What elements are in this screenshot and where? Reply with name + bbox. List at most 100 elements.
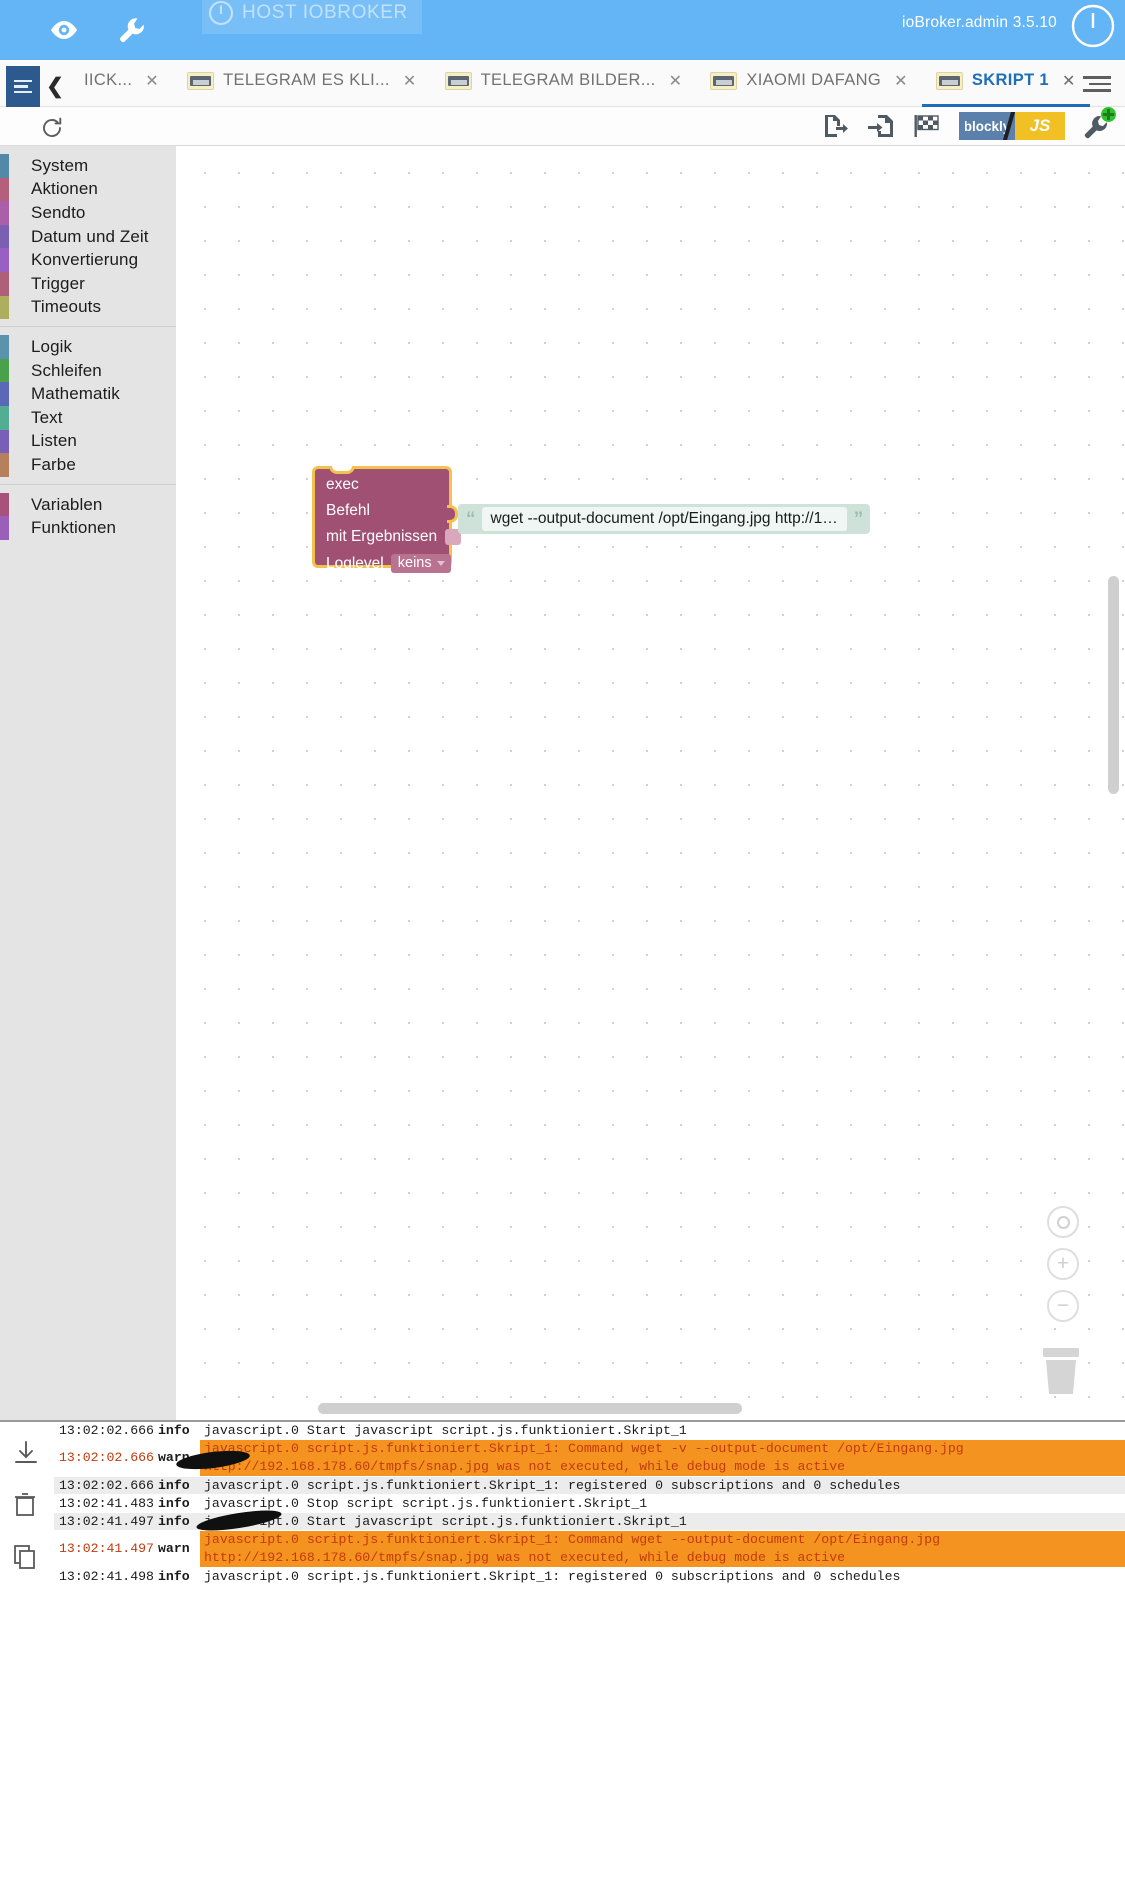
toolbox-divider bbox=[0, 326, 176, 328]
center-target-icon[interactable] bbox=[1047, 1206, 1079, 1238]
exec-results-row[interactable]: mit Ergebnissen bbox=[326, 528, 462, 546]
host-label: HOST IOBROKER bbox=[242, 2, 408, 23]
toolbox-item-system[interactable]: System bbox=[0, 154, 176, 178]
blockly-js-toggle[interactable]: blockly JS bbox=[959, 112, 1065, 140]
script-icon bbox=[187, 71, 215, 90]
toolbox-item-konvertierung[interactable]: Konvertierung bbox=[0, 248, 176, 272]
editor-tools: blockly JS bbox=[819, 107, 1116, 143]
log-timestamp: 13:02:41.497 bbox=[59, 1514, 154, 1530]
log-message: javascript.0 Start javascript script.js.… bbox=[204, 1423, 687, 1439]
log-severity: info bbox=[158, 1568, 190, 1584]
import-blocks-icon[interactable] bbox=[865, 109, 897, 143]
vertical-scrollbar[interactable] bbox=[1108, 576, 1119, 794]
debug-wrench-icon[interactable] bbox=[1081, 107, 1116, 143]
toolbox-item-farbe[interactable]: Farbe bbox=[0, 453, 176, 477]
block-value-plug bbox=[447, 505, 458, 523]
log-row: 13:02:02.666 info javascript.0 Start jav… bbox=[54, 1422, 1125, 1441]
toolbox-group-3: Variablen Funktionen bbox=[0, 492, 176, 540]
js-mode-label[interactable]: JS bbox=[1015, 112, 1065, 140]
toolbox-item-funktionen[interactable]: Funktionen bbox=[0, 516, 176, 540]
toolbox-item-timeouts[interactable]: Timeouts bbox=[0, 295, 176, 320]
text-value-field[interactable]: wget --output-document /opt/Eingang.jpg … bbox=[481, 507, 847, 531]
toolbox-item-datum-und-zeit[interactable]: Datum und Zeit bbox=[0, 224, 176, 249]
close-icon[interactable]: ✕ bbox=[669, 71, 683, 91]
toolbox-item-schleifen[interactable]: Schleifen bbox=[0, 358, 176, 383]
app-header: HOST IOBROKER ioBroker.admin 3.5.10 bbox=[0, 0, 1125, 60]
iobroker-admin-window: HOST IOBROKER ioBroker.admin 3.5.10 ❮ II… bbox=[0, 0, 1125, 1901]
log-timestamp: 13:02:41.497 bbox=[54, 1531, 158, 1567]
admin-version-label: ioBroker.admin 3.5.10 bbox=[902, 14, 1057, 31]
exec-loglevel-row[interactable]: Loglevel keins bbox=[326, 554, 451, 573]
horizontal-scrollbar[interactable] bbox=[318, 1403, 742, 1414]
editor-toolbar: blockly JS bbox=[0, 107, 1125, 146]
category-color-swatch bbox=[0, 224, 9, 249]
toolbox-item-variablen[interactable]: Variablen bbox=[0, 492, 176, 517]
category-color-swatch bbox=[0, 382, 9, 406]
category-color-swatch bbox=[0, 453, 9, 477]
chevron-down-icon bbox=[436, 560, 445, 566]
wrench-icon[interactable] bbox=[110, 8, 154, 52]
log-message-line2: http://192.168.178.60/tmpfs/snap.jpg was… bbox=[204, 1549, 846, 1565]
toolbox-item-trigger[interactable]: Trigger bbox=[0, 271, 176, 296]
tab-telegram-es-kli[interactable]: TELEGRAM ES KLI... ✕ bbox=[173, 60, 431, 107]
tab-skript-1[interactable]: SKRIPT 1 ✕ bbox=[921, 60, 1090, 107]
power-icon bbox=[208, 0, 234, 26]
copy-icon[interactable] bbox=[13, 1544, 41, 1572]
log-side-actions bbox=[0, 1422, 54, 1901]
open-quote-icon: “ bbox=[466, 508, 475, 530]
hamburger-icon[interactable] bbox=[6, 66, 40, 107]
category-color-swatch bbox=[0, 177, 9, 202]
exec-loglevel-value: keins bbox=[397, 555, 432, 571]
toolbox-item-aktionen[interactable]: Aktionen bbox=[0, 177, 176, 202]
log-severity: info bbox=[158, 1514, 190, 1530]
close-icon[interactable]: ✕ bbox=[894, 71, 908, 91]
category-color-swatch bbox=[0, 492, 9, 517]
toolbox-item-text[interactable]: Text bbox=[0, 405, 176, 430]
text-value-block[interactable]: “ wget --output-document /opt/Eingang.jp… bbox=[458, 504, 871, 534]
export-blocks-icon[interactable] bbox=[819, 109, 851, 143]
download-icon[interactable] bbox=[13, 1440, 41, 1468]
trash-icon[interactable] bbox=[1039, 1344, 1083, 1396]
hamburger-icon[interactable] bbox=[1083, 72, 1111, 96]
checkered-flag-icon[interactable] bbox=[911, 109, 943, 143]
close-icon[interactable]: ✕ bbox=[403, 71, 417, 91]
trash-icon[interactable] bbox=[13, 1492, 41, 1520]
exec-loglevel-dropdown[interactable]: keins bbox=[390, 554, 451, 573]
eye-icon[interactable] bbox=[42, 8, 86, 52]
toolbox-item-mathematik[interactable]: Mathematik bbox=[0, 382, 176, 406]
tab-telegram-bilder[interactable]: TELEGRAM BILDER... ✕ bbox=[431, 60, 697, 107]
log-message-line2: http://192.168.178.60/tmpfs/snap.jpg was… bbox=[204, 1458, 846, 1474]
category-color-swatch bbox=[0, 358, 9, 383]
tab-xiaomi-dafang[interactable]: XIAOMI DAFANG ✕ bbox=[696, 60, 922, 107]
log-message: javascript.0 script.js.funktioniert.Skri… bbox=[204, 1477, 901, 1493]
category-color-swatch bbox=[0, 405, 9, 430]
log-rows[interactable]: 13:02:02.666 info javascript.0 Start jav… bbox=[54, 1422, 1125, 1901]
log-timestamp: 13:02:02.666 bbox=[59, 1423, 154, 1439]
blockly-workspace[interactable]: exec Befehl mit Ergebnissen Loglevel kei… bbox=[176, 146, 1125, 1420]
toolbox-item-sendto[interactable]: Sendto bbox=[0, 201, 176, 225]
toolbox-group-2: Logik Schleifen Mathematik Text Listen F… bbox=[0, 335, 176, 477]
log-message: javascript.0 script.js.funktioniert.Skri… bbox=[200, 1531, 940, 1566]
zoom-in-button[interactable]: + bbox=[1047, 1248, 1079, 1280]
exec-block[interactable]: exec Befehl mit Ergebnissen Loglevel kei… bbox=[312, 466, 462, 573]
log-message: javascript.0 script.js.funktioniert.Skri… bbox=[204, 1568, 901, 1584]
log-row: 13:02:02.666 info javascript.0 script.js… bbox=[54, 1476, 1125, 1495]
toolbox-item-listen[interactable]: Listen bbox=[0, 429, 176, 454]
script-icon bbox=[444, 71, 472, 90]
close-icon[interactable]: ✕ bbox=[145, 71, 159, 91]
tab-list: IICK... ✕ TELEGRAM ES KLI... ✕ TELEGRAM … bbox=[70, 60, 1090, 107]
category-color-swatch bbox=[0, 248, 9, 272]
log-message-line1: javascript.0 script.js.funktioniert.Skri… bbox=[204, 1531, 940, 1547]
zoom-out-button[interactable]: − bbox=[1047, 1290, 1079, 1322]
exec-command-label: Befehl bbox=[326, 502, 370, 519]
toolbox-item-logik[interactable]: Logik bbox=[0, 335, 176, 359]
refresh-icon[interactable] bbox=[38, 114, 66, 142]
power-icon[interactable] bbox=[1069, 2, 1117, 50]
tab-iick[interactable]: IICK... ✕ bbox=[70, 60, 173, 107]
log-severity: info bbox=[158, 1495, 190, 1511]
workspace-zoom-controls: + − bbox=[1047, 1206, 1079, 1332]
chevron-left-icon[interactable]: ❮ bbox=[44, 66, 66, 106]
category-color-swatch bbox=[0, 516, 9, 540]
tab-bar: ❮ IICK... ✕ TELEGRAM ES KLI... ✕ TELEGRA… bbox=[0, 60, 1125, 107]
close-icon[interactable]: ✕ bbox=[1062, 71, 1076, 91]
